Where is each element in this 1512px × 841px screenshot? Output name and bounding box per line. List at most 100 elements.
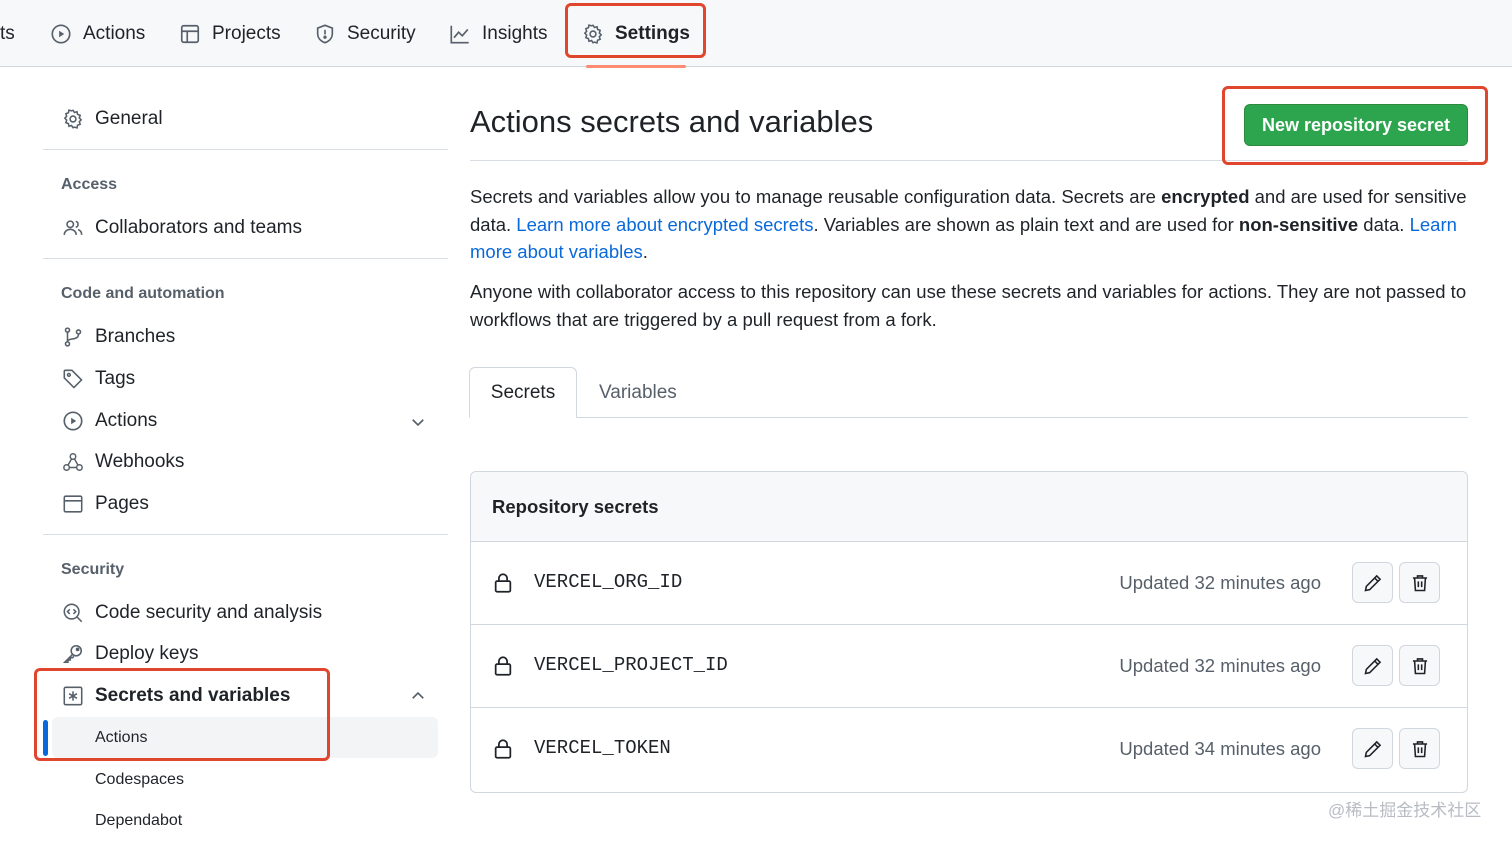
tab-projects[interactable]: Projects [179, 0, 281, 67]
lock-icon [492, 655, 514, 677]
chevron-down-icon[interactable] [409, 413, 427, 431]
repository-secrets-header: Repository secrets [471, 472, 1467, 542]
delete-secret-button[interactable] [1399, 645, 1440, 686]
key-icon [62, 643, 84, 665]
sidebar-heading-security: Security [61, 561, 125, 578]
sidebar-divider [43, 534, 448, 535]
sidebar-subitem-label: Codespaces [95, 771, 184, 788]
tag-icon [62, 368, 84, 390]
tab-security[interactable]: Security [314, 0, 416, 67]
sidebar-item-label: Deploy keys [95, 643, 199, 664]
graph-icon [449, 23, 471, 45]
description-text: . [642, 241, 648, 262]
edit-secret-button[interactable] [1352, 728, 1393, 769]
table-icon [179, 23, 201, 45]
git-branch-icon [62, 326, 84, 348]
tab-variables[interactable]: Variables [599, 367, 677, 418]
tab-code-partial[interactable]: ts [0, 0, 15, 67]
trash-icon [1410, 656, 1430, 676]
tab-insights-label: Insights [482, 22, 548, 44]
learn-more-secrets-link[interactable]: Learn more about encrypted secrets [516, 214, 813, 235]
sidebar-item-label: Code security and analysis [95, 602, 323, 623]
lock-icon [492, 572, 514, 594]
page-title: Actions secrets and variables [470, 104, 874, 139]
description-text: . Variables are shown as plain text and … [813, 213, 1239, 235]
sidebar-item-label: Webhooks [95, 451, 185, 472]
sidebar-item-actions[interactable]: Actions [62, 403, 157, 439]
sidebar-item-label: Pages [95, 493, 149, 514]
key-asterisk-icon [62, 685, 84, 707]
tab-code-label: ts [0, 22, 15, 44]
tab-settings[interactable]: Settings [582, 0, 690, 68]
webhook-icon [62, 451, 84, 473]
tab-security-label: Security [347, 22, 416, 44]
sidebar-item-label: Branches [95, 326, 176, 347]
secret-name: VERCEL_TOKEN [534, 737, 671, 759]
sidebar-item-deploy-keys[interactable]: Deploy keys [62, 636, 199, 672]
sidebar-item-secrets-and-variables[interactable]: Secrets and variables [62, 678, 290, 714]
secret-row: VERCEL_TOKEN Updated 34 minutes ago [471, 708, 1467, 791]
secret-row: VERCEL_ORG_ID Updated 32 minutes ago [471, 542, 1467, 625]
gear-icon [582, 23, 604, 45]
repo-nav-bar: ts Actions Projects Security Insights Se… [0, 0, 1512, 68]
tab-actions-label: Actions [83, 22, 146, 44]
sidebar-subitem-codespaces[interactable]: Codespaces [95, 762, 184, 798]
sidebar-item-label: Actions [95, 410, 158, 431]
sidebar-item-collaborators[interactable]: Collaborators and teams [62, 210, 302, 246]
sidebar-item-label: Secrets and variables [95, 685, 291, 706]
delete-secret-button[interactable] [1399, 562, 1440, 603]
sidebar-item-label: Tags [95, 368, 136, 389]
trash-icon [1410, 573, 1430, 593]
tab-projects-label: Projects [212, 22, 281, 44]
people-icon [62, 217, 84, 239]
sidebar-item-general[interactable]: General [62, 101, 163, 137]
sidebar-item-pages[interactable]: Pages [62, 486, 149, 522]
title-divider [470, 160, 1468, 161]
sidebar-divider [43, 149, 448, 150]
sidebar-subitem-dependabot[interactable]: Dependabot [95, 803, 182, 839]
tab-actions[interactable]: Actions [50, 0, 145, 67]
secret-updated: Updated 32 minutes ago [1119, 572, 1321, 593]
sidebar-divider [43, 258, 448, 259]
sidebar-item-branches[interactable]: Branches [62, 319, 175, 355]
tab-variables-label: Variables [599, 381, 677, 403]
description-text: data. [1358, 213, 1410, 235]
description-bold: non-sensitive [1238, 213, 1359, 235]
description-text: Secrets and variables allow you to manag… [470, 186, 1162, 207]
play-circle-icon [62, 410, 84, 432]
lock-icon [492, 738, 514, 760]
access-note-paragraph: Anyone with collaborator access to this … [470, 281, 1467, 330]
browser-icon [62, 493, 84, 515]
sidebar-item-webhooks[interactable]: Webhooks [62, 444, 184, 480]
secret-name: VERCEL_PROJECT_ID [534, 654, 728, 676]
play-circle-icon [50, 23, 72, 45]
tab-secrets[interactable]: Secrets [469, 367, 577, 418]
new-repository-secret-button[interactable]: New repository secret [1244, 104, 1468, 146]
shield-icon [314, 23, 336, 45]
description-bold: encrypted [1161, 186, 1250, 207]
trash-icon [1410, 739, 1430, 759]
sidebar-subitem-actions[interactable]: Actions [95, 720, 147, 756]
secret-name: VERCEL_ORG_ID [534, 571, 683, 593]
secret-updated: Updated 32 minutes ago [1119, 655, 1321, 676]
pencil-icon [1363, 573, 1383, 593]
tab-insights[interactable]: Insights [449, 0, 547, 67]
codescan-icon [62, 602, 84, 624]
gear-icon [62, 108, 84, 130]
description-paragraph: Secrets and variables allow you to manag… [470, 183, 1468, 266]
sidebar-item-code-security[interactable]: Code security and analysis [62, 595, 322, 631]
secret-row: VERCEL_PROJECT_ID Updated 32 minutes ago [471, 625, 1467, 708]
sidebar-heading-code-automation: Code and automation [61, 285, 225, 302]
delete-secret-button[interactable] [1399, 728, 1440, 769]
pencil-icon [1363, 739, 1383, 759]
pencil-icon [1363, 656, 1383, 676]
sidebar-item-label: Collaborators and teams [95, 217, 302, 238]
chevron-up-icon[interactable] [409, 687, 427, 705]
watermark-text: @稀土掘金技术社区 [1328, 801, 1482, 820]
sidebar-item-tags[interactable]: Tags [62, 361, 135, 397]
secret-updated: Updated 34 minutes ago [1119, 738, 1321, 759]
active-indicator-bar [43, 720, 48, 756]
edit-secret-button[interactable] [1352, 562, 1393, 603]
edit-secret-button[interactable] [1352, 645, 1393, 686]
tab-settings-label: Settings [615, 22, 690, 44]
